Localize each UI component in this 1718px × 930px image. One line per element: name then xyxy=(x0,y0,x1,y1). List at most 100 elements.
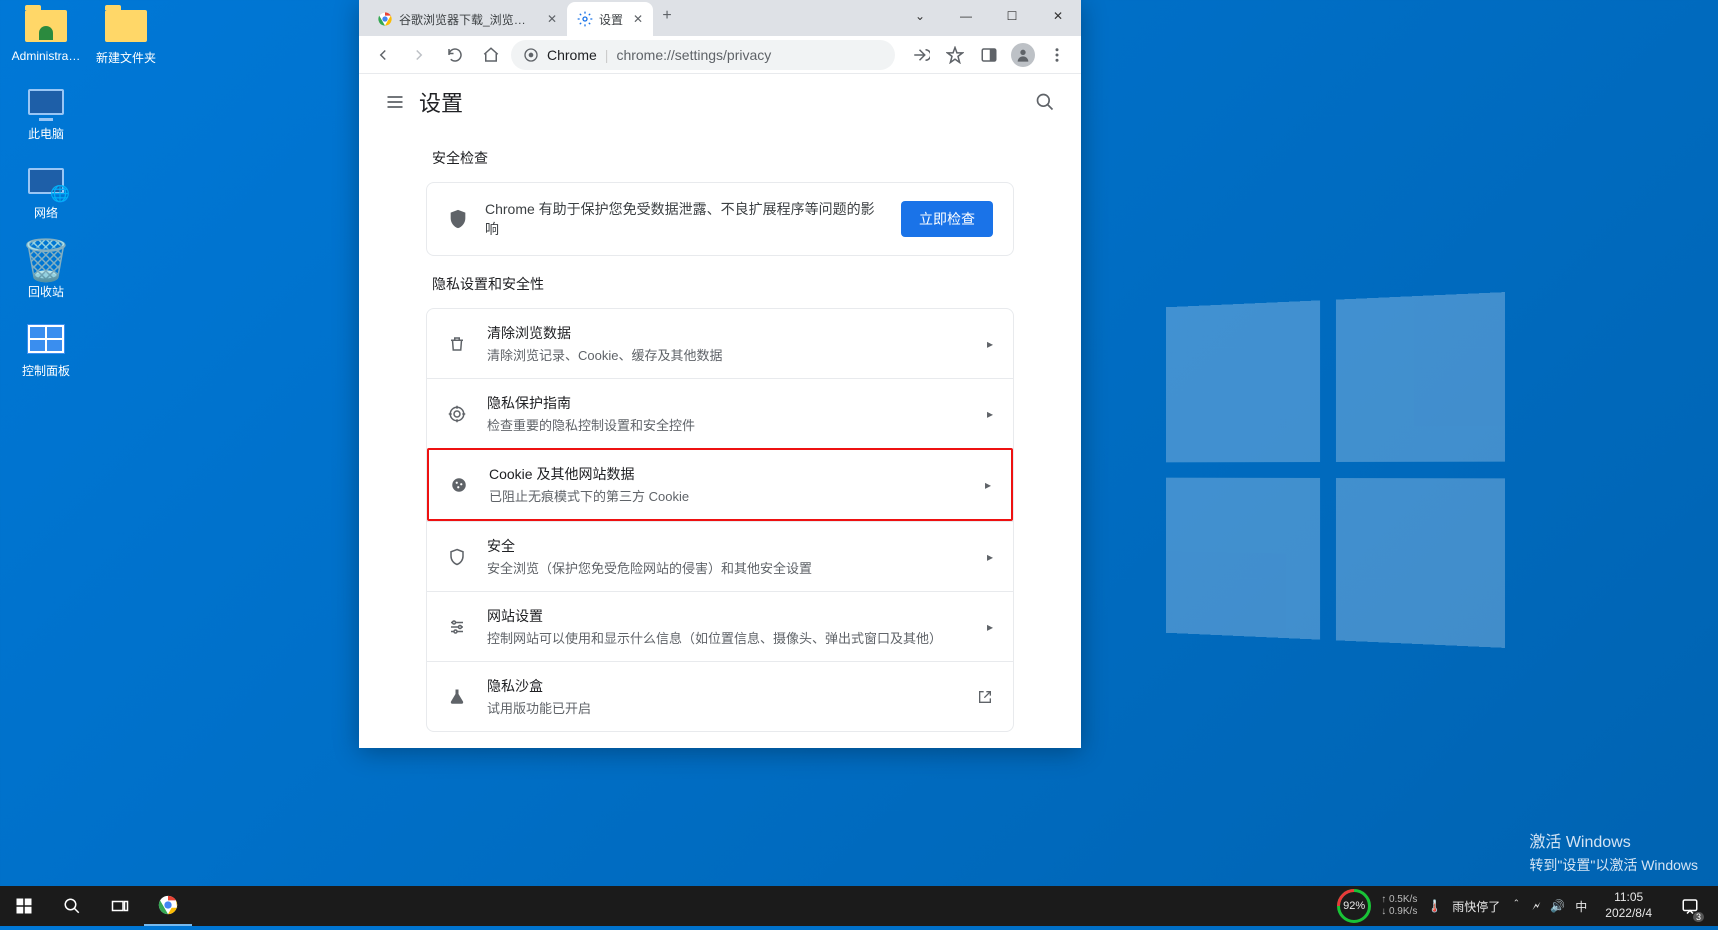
ime-indicator[interactable]: 中 xyxy=(1575,898,1587,915)
activation-watermark: 激活 Windows 转到"设置"以激活 Windows xyxy=(1529,831,1698,876)
back-button[interactable] xyxy=(367,39,399,71)
tray-chevron-icon[interactable]: ＾ xyxy=(1510,898,1522,915)
item-title: 隐私保护指南 xyxy=(487,393,967,413)
tab-1[interactable]: 谷歌浏览器下载_浏览器官网入口 ✕ xyxy=(367,2,567,36)
reload-button[interactable] xyxy=(439,39,471,71)
desktop-icon-thispc[interactable]: 此电脑 xyxy=(6,81,86,142)
address-bar[interactable]: Chrome | chrome://settings/privacy xyxy=(511,40,895,70)
item-title: 网站设置 xyxy=(487,606,967,626)
tab-search-button[interactable]: ⌄ xyxy=(897,0,943,32)
search-taskbar-button[interactable] xyxy=(48,886,96,926)
item-title: Cookie 及其他网站数据 xyxy=(489,464,965,484)
profile-button[interactable] xyxy=(1007,39,1039,71)
tab-title: 谷歌浏览器下载_浏览器官网入口 xyxy=(399,11,537,28)
chevron-right-icon: ▸ xyxy=(985,478,991,492)
close-tab-icon[interactable]: ✕ xyxy=(547,12,557,26)
target-icon xyxy=(447,405,467,423)
close-window-button[interactable]: ✕ xyxy=(1035,0,1081,32)
gear-favicon-icon xyxy=(577,11,593,27)
desktop-label: 此电脑 xyxy=(28,125,64,142)
desktop-icon-controlpanel[interactable]: 控制面板 xyxy=(6,318,86,379)
tab-strip: 谷歌浏览器下载_浏览器官网入口 ✕ 设置 ✕ + xyxy=(359,2,897,36)
volume-icon[interactable]: 🔊 xyxy=(1550,899,1565,913)
privacy-heading: 隐私设置和安全性 xyxy=(432,274,1014,294)
desktop-icon-recycle[interactable]: 🗑️ 回收站 xyxy=(6,239,86,300)
desktop-icon-administrator[interactable]: Administra… xyxy=(6,5,86,63)
close-tab-icon[interactable]: ✕ xyxy=(633,12,643,26)
share-button[interactable] xyxy=(905,39,937,71)
sidepanel-button[interactable] xyxy=(973,39,1005,71)
system-tray: 92% ↑ 0.5K/s ↓ 0.9K/s 🌡️ 雨快停了 ＾ 🗲 🔊 中 11… xyxy=(1329,886,1718,926)
desktop-label: 控制面板 xyxy=(22,362,70,379)
chevron-right-icon: ▸ xyxy=(987,337,993,351)
safety-check-card: Chrome 有助于保护您免受数据泄露、不良扩展程序等问题的影响 立即检查 xyxy=(426,182,1014,256)
network-icon xyxy=(28,168,64,194)
avatar-icon xyxy=(1011,43,1035,67)
chrome-origin-icon xyxy=(523,47,539,63)
chrome-window: 谷歌浏览器下载_浏览器官网入口 ✕ 设置 ✕ + ⌄ — ☐ ✕ Chrome … xyxy=(359,0,1081,748)
search-button[interactable] xyxy=(1025,82,1065,122)
tab-2-settings[interactable]: 设置 ✕ xyxy=(567,2,653,36)
desktop-label: 新建文件夹 xyxy=(96,49,156,66)
url-path: chrome://settings/privacy xyxy=(616,47,771,63)
chevron-right-icon: ▸ xyxy=(987,550,993,564)
menu-button[interactable] xyxy=(1041,39,1073,71)
desktop-label: 回收站 xyxy=(28,283,64,300)
privacy-item-security[interactable]: 安全安全浏览（保护您免受危险网站的侵害）和其他安全设置 ▸ xyxy=(427,521,1013,591)
flask-icon xyxy=(447,688,467,706)
privacy-item-sandbox[interactable]: 隐私沙盒试用版功能已开启 xyxy=(427,661,1013,731)
watermark-line1: 激活 Windows xyxy=(1529,831,1698,855)
desktop-icon-network[interactable]: 网络 xyxy=(6,160,86,221)
titlebar: 谷歌浏览器下载_浏览器官网入口 ✕ 设置 ✕ + ⌄ — ☐ ✕ xyxy=(359,0,1081,36)
start-button[interactable] xyxy=(0,886,48,926)
folder-icon xyxy=(105,10,147,42)
recycle-bin-icon: 🗑️ xyxy=(22,239,70,281)
bookmark-button[interactable] xyxy=(939,39,971,71)
shield-outline-icon xyxy=(447,548,467,566)
desktop-icon-newfolder[interactable]: 新建文件夹 xyxy=(86,5,166,66)
forward-button[interactable] xyxy=(403,39,435,71)
item-sub: 控制网站可以使用和显示什么信息（如位置信息、摄像头、弹出式窗口及其他） xyxy=(487,628,967,647)
weather-text[interactable]: 雨快停了 xyxy=(1452,898,1500,915)
item-sub: 试用版功能已开启 xyxy=(487,698,957,717)
clock[interactable]: 11:05 2022/8/4 xyxy=(1597,890,1660,921)
hamburger-menu-button[interactable] xyxy=(375,82,415,122)
network-speed: ↑ 0.5K/s ↓ 0.9K/s xyxy=(1381,894,1417,918)
privacy-item-cookies[interactable]: Cookie 及其他网站数据已阻止无痕模式下的第三方 Cookie ▸ xyxy=(427,448,1013,521)
item-sub: 安全浏览（保护您免受危险网站的侵害）和其他安全设置 xyxy=(487,558,967,577)
privacy-item-clear-data[interactable]: 清除浏览数据清除浏览记录、Cookie、缓存及其他数据 ▸ xyxy=(427,309,1013,378)
browser-toolbar: Chrome | chrome://settings/privacy xyxy=(359,36,1081,74)
item-title: 隐私沙盒 xyxy=(487,676,957,696)
chevron-right-icon: ▸ xyxy=(987,407,993,421)
new-tab-button[interactable]: + xyxy=(653,2,681,30)
taskview-button[interactable] xyxy=(96,886,144,926)
taskbar-chrome-button[interactable] xyxy=(144,886,192,926)
minimize-button[interactable]: — xyxy=(943,0,989,32)
weather-icon[interactable]: 🌡️ xyxy=(1427,899,1442,913)
item-sub: 检查重要的隐私控制设置和安全控件 xyxy=(487,415,967,434)
battery-icon[interactable]: 🗲 xyxy=(1532,899,1540,914)
safety-check-text: Chrome 有助于保护您免受数据泄露、不良扩展程序等问题的影响 xyxy=(485,199,885,239)
shield-icon xyxy=(447,208,469,230)
pc-icon xyxy=(28,89,64,115)
control-panel-icon xyxy=(27,324,65,354)
external-link-icon xyxy=(977,689,993,705)
privacy-item-site-settings[interactable]: 网站设置控制网站可以使用和显示什么信息（如位置信息、摄像头、弹出式窗口及其他） … xyxy=(427,591,1013,661)
privacy-item-guide[interactable]: 隐私保护指南检查重要的隐私控制设置和安全控件 ▸ xyxy=(427,378,1013,448)
desktop-icons-col2: 新建文件夹 xyxy=(86,0,286,84)
battery-indicator[interactable]: 92% xyxy=(1337,889,1371,923)
privacy-list: 清除浏览数据清除浏览记录、Cookie、缓存及其他数据 ▸ 隐私保护指南检查重要… xyxy=(426,308,1014,732)
url-origin: Chrome xyxy=(547,47,597,63)
maximize-button[interactable]: ☐ xyxy=(989,0,1035,32)
desktop-label: Administra… xyxy=(12,49,81,63)
item-title: 安全 xyxy=(487,536,967,556)
home-button[interactable] xyxy=(475,39,507,71)
window-controls: ⌄ — ☐ ✕ xyxy=(897,0,1081,32)
safety-check-button[interactable]: 立即检查 xyxy=(901,201,993,237)
page-title: 设置 xyxy=(419,86,463,118)
settings-header: 设置 xyxy=(359,74,1081,130)
item-title: 清除浏览数据 xyxy=(487,323,967,343)
windows-logo-backdrop xyxy=(1166,292,1505,648)
notifications-button[interactable]: 3 xyxy=(1670,886,1710,926)
folder-user-icon xyxy=(25,10,67,42)
